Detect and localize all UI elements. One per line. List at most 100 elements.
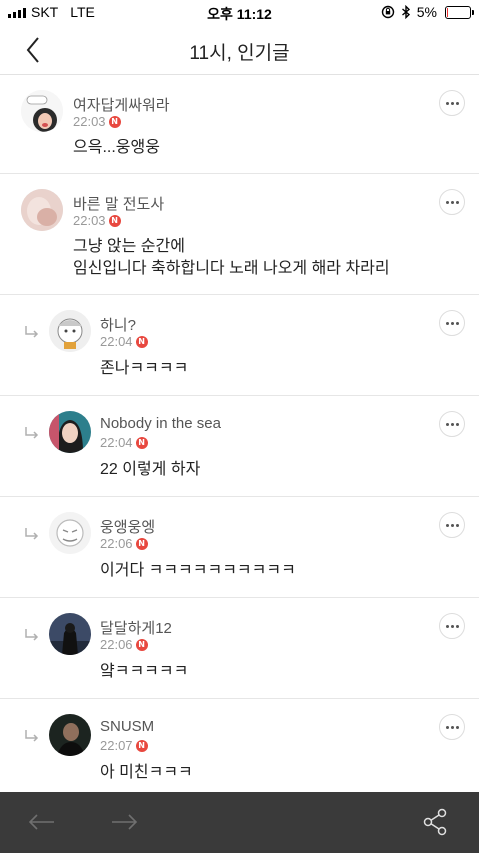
avatar[interactable]: [21, 90, 63, 132]
comment-author[interactable]: SNUSM: [100, 718, 154, 735]
arrow-left-icon: [28, 814, 54, 830]
avatar[interactable]: [49, 411, 91, 453]
comment-text: 얔ㅋㅋㅋㅋㅋ: [100, 661, 188, 683]
comment-meta: 22:03 N: [73, 213, 121, 228]
dot-icon: [455, 624, 459, 628]
comment-time: 22:03: [73, 213, 106, 228]
comment-item: 웅앵웅엥 22:06 N 이거다 ㅋㅋㅋㅋㅋㅋㅋㅋㅋㅋ: [0, 497, 479, 598]
avatar[interactable]: [49, 512, 91, 554]
comment-text-line: 22 이렇게 하자: [100, 461, 201, 478]
comment-meta: 22:04 N: [100, 435, 148, 450]
comment-text: 이거다 ㅋㅋㅋㅋㅋㅋㅋㅋㅋㅋ: [100, 560, 296, 582]
avatar-image: [49, 714, 91, 756]
dot-icon: [445, 422, 449, 426]
bottom-toolbar: [0, 792, 479, 853]
more-options-button[interactable]: [439, 512, 465, 538]
dot-icon: [450, 422, 454, 426]
new-badge-icon: N: [135, 335, 148, 348]
comment-author[interactable]: 바른 말 전도사: [73, 193, 164, 214]
comment-author[interactable]: 하니?: [100, 314, 136, 335]
more-options-button[interactable]: [439, 714, 465, 740]
comment-text-line: 이거다 ㅋㅋㅋㅋㅋㅋㅋㅋㅋㅋ: [100, 562, 296, 579]
comment-item: 하니? 22:04 N 존나ㅋㅋㅋㅋ: [0, 295, 479, 396]
avatar[interactable]: [49, 310, 91, 352]
dot-icon: [455, 101, 459, 105]
comment-meta: 22:03 N: [73, 114, 121, 129]
avatar-image: [49, 512, 91, 554]
comment-author[interactable]: 웅앵웅엥: [100, 516, 155, 537]
dot-icon: [445, 725, 449, 729]
comment-text: 아 미친ㅋㅋㅋ: [100, 762, 193, 784]
battery-icon: [445, 5, 474, 19]
comment-item: 여자답게싸워라 22:03 N 으윽...웅앵웅: [0, 75, 479, 174]
dot-icon: [455, 523, 459, 527]
avatar-image: [49, 613, 91, 655]
dot-icon: [455, 200, 459, 204]
arrow-right-icon: [112, 814, 138, 830]
comment-text-line: 그냥 앉는 순간에: [73, 238, 185, 255]
comment-time: 22:04: [100, 435, 133, 450]
more-options-button[interactable]: [439, 613, 465, 639]
dot-icon: [445, 321, 449, 325]
avatar-image: [21, 90, 63, 132]
reply-arrow-icon: [25, 629, 39, 641]
comment-text-line: 얔ㅋㅋㅋㅋㅋ: [100, 663, 189, 680]
comment-author[interactable]: 여자답게싸워라: [73, 94, 170, 115]
dot-icon: [455, 422, 459, 426]
share-button[interactable]: [418, 806, 452, 838]
new-badge-icon: N: [135, 739, 148, 752]
orientation-lock-icon: [381, 5, 394, 19]
comment-time: 22:06: [100, 637, 133, 652]
new-badge-icon: N: [108, 214, 121, 227]
more-options-button[interactable]: [439, 189, 465, 215]
page-title: 11시, 인기글: [189, 43, 290, 64]
new-badge-icon: N: [135, 537, 148, 550]
comment-item: 달달하게12 22:06 N 얔ㅋㅋㅋㅋㅋ: [0, 598, 479, 699]
reply-arrow-icon: [25, 427, 39, 439]
avatar-image: [49, 310, 91, 352]
comment-text-line: 존나ㅋㅋㅋㅋ: [100, 360, 189, 377]
forward-nav-button[interactable]: [108, 806, 142, 838]
avatar-image: [49, 411, 91, 453]
more-options-button[interactable]: [439, 411, 465, 437]
dot-icon: [450, 321, 454, 325]
dot-icon: [450, 101, 454, 105]
comment-author[interactable]: Nobody in the sea: [100, 415, 221, 432]
new-badge-icon: N: [135, 638, 148, 651]
bluetooth-icon: [401, 5, 410, 19]
comment-item: SNUSM 22:07 N 아 미친ㅋㅋㅋ: [0, 699, 479, 792]
avatar[interactable]: [49, 714, 91, 756]
dot-icon: [445, 523, 449, 527]
more-options-button[interactable]: [439, 90, 465, 116]
comment-text-line: 으윽...웅앵웅: [73, 139, 160, 156]
back-nav-button[interactable]: [24, 806, 58, 838]
dot-icon: [450, 200, 454, 204]
comment-meta: 22:07 N: [100, 738, 148, 753]
reply-arrow-icon: [25, 730, 39, 742]
comment-list[interactable]: 여자답게싸워라 22:03 N 으윽...웅앵웅 바른 말 전도사 22:03 …: [0, 75, 479, 792]
new-badge-icon: N: [108, 115, 121, 128]
more-options-button[interactable]: [439, 310, 465, 336]
dot-icon: [450, 725, 454, 729]
comment-meta: 22:06 N: [100, 536, 148, 551]
comment-item: 바른 말 전도사 22:03 N 그냥 앉는 순간에 임신입니다 축하합니다 노…: [0, 174, 479, 295]
comment-time: 22:07: [100, 738, 133, 753]
reply-arrow-icon: [25, 528, 39, 540]
comment-text: 으윽...웅앵웅: [73, 137, 160, 159]
dot-icon: [445, 624, 449, 628]
status-bar: SKT LTE 오후 11:12 5%: [0, 0, 479, 26]
comment-item: Nobody in the sea 22:04 N 22 이렇게 하자: [0, 396, 479, 497]
dot-icon: [455, 321, 459, 325]
comment-author[interactable]: 달달하게12: [100, 617, 172, 638]
comment-text: 존나ㅋㅋㅋㅋ: [100, 358, 188, 380]
comment-meta: 22:04 N: [100, 334, 148, 349]
comment-time: 22:06: [100, 536, 133, 551]
share-icon: [423, 808, 447, 836]
comment-text-line: 임신입니다 축하합니다 노래 나오게 해라 차라리: [73, 260, 390, 277]
dot-icon: [445, 200, 449, 204]
comment-text: 22 이렇게 하자: [100, 459, 200, 481]
avatar[interactable]: [21, 189, 63, 231]
navigation-header: 11시, 인기글: [0, 26, 479, 75]
dot-icon: [455, 725, 459, 729]
avatar[interactable]: [49, 613, 91, 655]
